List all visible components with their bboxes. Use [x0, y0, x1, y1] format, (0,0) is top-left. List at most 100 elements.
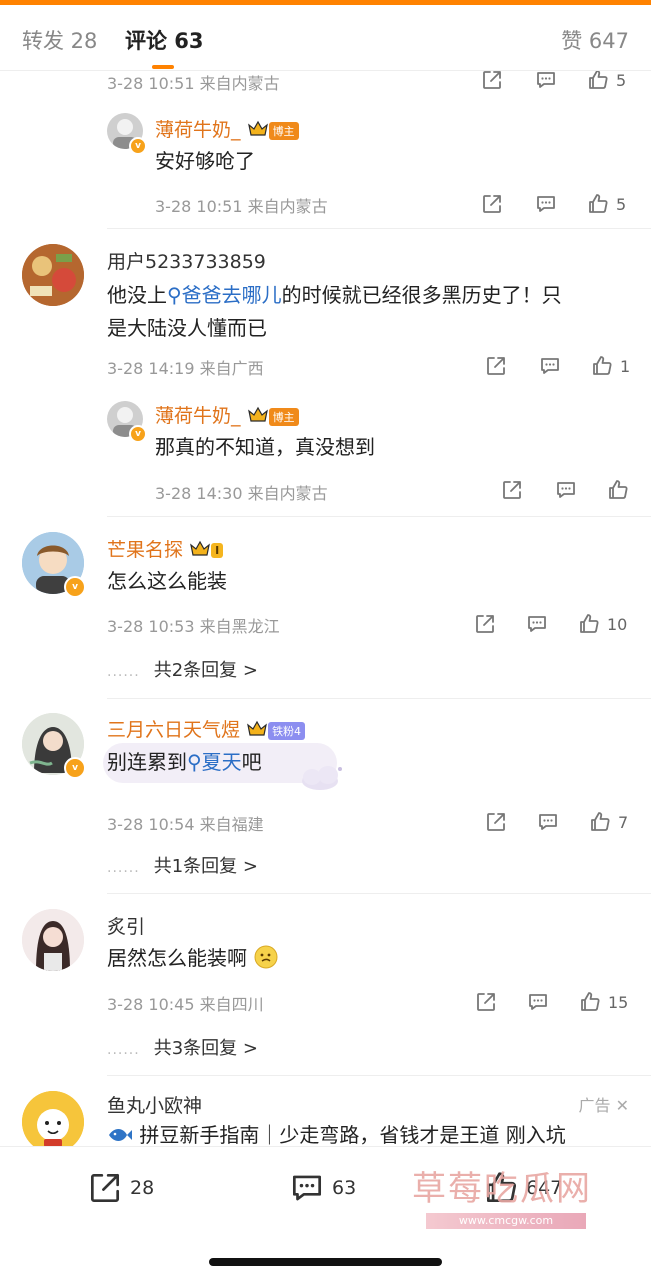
comment-icon [292, 1175, 322, 1201]
repost-count: 28 [130, 1177, 155, 1199]
reply-button[interactable] [534, 71, 558, 93]
ad-label[interactable]: 广告 ✕ [578, 1092, 629, 1116]
verified-icon: v [64, 757, 86, 779]
level-badge: I [211, 543, 224, 558]
thumbs-up-icon [591, 812, 610, 831]
comment-meta: 3-28 10:51 来自内蒙古 [107, 74, 280, 93]
commenter-name[interactable]: 用户5233733859 [107, 247, 266, 274]
share-icon [487, 357, 505, 375]
share-button[interactable] [474, 989, 498, 1015]
tab-repost[interactable]: 转发 28 [22, 25, 97, 55]
share-button[interactable] [480, 71, 504, 93]
like-button[interactable]: 7 [588, 809, 628, 835]
like-count: 1 [620, 356, 631, 376]
avatar[interactable] [22, 1091, 84, 1146]
thumbs-up-icon [589, 194, 608, 213]
like-button[interactable]: 10 [577, 611, 627, 637]
comment-actions: 1 [484, 353, 634, 379]
reply-text: 安好够呛了 [155, 149, 255, 173]
comment-count: 63 [332, 1177, 357, 1199]
avatar[interactable] [22, 909, 84, 971]
avatar[interactable] [22, 244, 84, 306]
tab-active-indicator [152, 65, 174, 69]
reply-button[interactable] [554, 477, 578, 503]
dots-decoration: ...... [107, 1042, 140, 1058]
commenter-name[interactable]: 炙引 [107, 912, 145, 939]
tab-comments[interactable]: 评论 63 [125, 25, 204, 55]
dots-decoration: ...... [107, 860, 140, 876]
share-button[interactable] [500, 477, 524, 503]
watermark-title: 草莓吃瓜网 [412, 1169, 592, 1209]
reply-button[interactable] [525, 611, 549, 637]
like-button[interactable] [606, 477, 630, 503]
divider [107, 228, 651, 229]
commenter-name[interactable]: 薄荷牛奶_ 博主 [155, 401, 299, 428]
reply-button[interactable] [536, 809, 560, 835]
reply-actions: 5 [480, 191, 630, 217]
share-button[interactable] [473, 611, 497, 637]
topic-link[interactable]: ⚲夏天 [187, 750, 242, 774]
share-icon [90, 1173, 120, 1203]
topic-link[interactable]: ⚲爸爸去哪儿 [167, 283, 282, 307]
share-button[interactable] [484, 353, 508, 379]
like-count: 10 [607, 614, 628, 634]
reply-button[interactable] [526, 989, 550, 1015]
reply-button[interactable] [534, 191, 558, 217]
thumbs-up-icon [593, 356, 612, 375]
advertiser-name[interactable]: 鱼丸小欧神 [107, 1091, 202, 1118]
like-count: 5 [616, 71, 627, 90]
view-replies-link[interactable]: ...... 共3条回复 > [107, 1034, 258, 1060]
tab-likes[interactable]: 赞 647 [561, 25, 629, 55]
view-replies-link[interactable]: ...... 共2条回复 > [107, 656, 258, 682]
comment-icon [539, 814, 557, 830]
comment-icon [529, 994, 547, 1010]
commenter-name[interactable]: 三月六日天气煜 铁粉4 [107, 715, 306, 742]
commenter-name[interactable]: 芒果名探 I [107, 535, 224, 562]
cloud-icon [302, 766, 342, 790]
home-indicator[interactable] [209, 1258, 442, 1266]
blogger-tag: 博主 [268, 121, 299, 140]
like-count: 15 [608, 992, 629, 1012]
thumbs-up-icon [580, 614, 599, 633]
comment-text: 他没上⚲爸爸去哪儿的时候就已经很多黑历史了！只 是大陆没人懂而已 [107, 283, 562, 340]
thumbs-up-icon [581, 992, 600, 1011]
bottom-comment-button[interactable]: 63 [288, 1169, 356, 1207]
fish-icon [107, 1123, 133, 1146]
comment-icon [557, 482, 575, 498]
verified-icon: v [64, 576, 86, 598]
like-button[interactable]: 5 [586, 191, 626, 217]
ad-text[interactable]: 拼豆新手指南｜少走弯路，省钱才是王道 刚入坑 [107, 1119, 637, 1146]
close-icon[interactable]: ✕ [616, 1096, 629, 1115]
crown-icon [247, 119, 269, 142]
divider [107, 516, 651, 517]
search-icon: ⚲ [167, 283, 182, 307]
reply-button[interactable] [538, 353, 562, 379]
bottom-repost-button[interactable]: 28 [86, 1169, 154, 1207]
view-replies-link[interactable]: ...... 共1条回复 > [107, 852, 258, 878]
thinking-emoji-icon [253, 945, 279, 970]
comment-list[interactable]: 3-28 10:51 来自内蒙古 5 v 薄荷牛奶_ 博主 安好够呛了 3-28… [0, 71, 651, 1146]
comment-meta: 3-28 14:19 来自广西 [107, 359, 264, 378]
like-count: 5 [616, 194, 627, 214]
comment-meta: 3-28 10:53 来自黑龙江 [107, 617, 280, 636]
divider [107, 1075, 651, 1076]
crown-icon [247, 405, 269, 428]
share-icon [483, 71, 501, 89]
share-button[interactable] [484, 809, 508, 835]
comment-meta: 3-28 10:45 来自四川 [107, 995, 264, 1014]
comment-icon [537, 196, 555, 212]
share-icon [487, 813, 505, 831]
crown-icon [246, 719, 268, 742]
commenter-name[interactable]: 薄荷牛奶_ 博主 [155, 115, 299, 142]
comment-actions: 7 [484, 809, 634, 835]
reply-meta: 3-28 10:51 来自内蒙古 [155, 197, 328, 216]
watermark-url: www.cmcgw.com [426, 1213, 586, 1229]
comment-icon [537, 72, 555, 88]
like-button[interactable]: 15 [578, 989, 628, 1015]
thumbs-up-icon [589, 71, 608, 89]
like-button[interactable]: 1 [590, 353, 630, 379]
share-button[interactable] [480, 191, 504, 217]
share-icon [483, 195, 501, 213]
like-button[interactable]: 5 [586, 71, 626, 93]
comment-icon [528, 616, 546, 632]
